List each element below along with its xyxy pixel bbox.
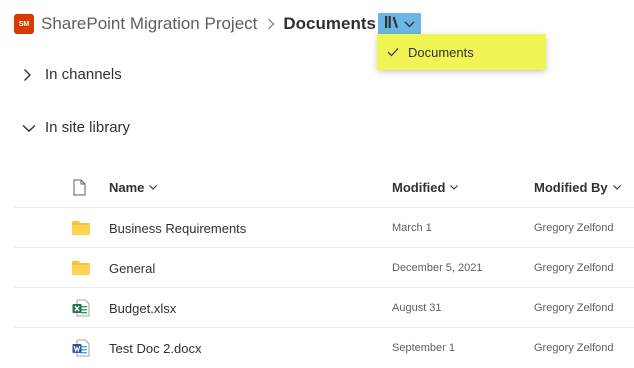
table-row[interactable]: Business Requirements March 1 Gregory Ze… bbox=[14, 207, 634, 247]
file-name-link[interactable]: Budget.xlsx bbox=[109, 301, 176, 316]
table-row[interactable]: General December 5, 2021 Gregory Zelfond bbox=[14, 247, 634, 287]
table-row[interactable]: Test Doc 2.docx September 1 Gregory Zelf… bbox=[14, 327, 634, 367]
modified-by: Gregory Zelfond bbox=[534, 302, 614, 314]
library-switcher-button[interactable] bbox=[378, 13, 421, 35]
library-icon bbox=[384, 15, 400, 34]
chevron-right-icon bbox=[267, 18, 275, 30]
site-name-link[interactable]: SharePoint Migration Project bbox=[41, 14, 257, 34]
file-name-link[interactable]: General bbox=[109, 261, 155, 276]
chevron-down-icon bbox=[404, 15, 415, 33]
site-logo[interactable]: SM bbox=[14, 14, 34, 34]
modified-date: August 31 bbox=[392, 302, 442, 314]
document-icon[interactable] bbox=[73, 168, 86, 206]
chevron-right-icon bbox=[22, 68, 38, 82]
column-header-row: Name Modified Modified By bbox=[0, 168, 634, 206]
breadcrumb: SM SharePoint Migration Project Document… bbox=[14, 12, 376, 36]
group-header-in-channels[interactable]: In channels bbox=[22, 66, 122, 83]
chevron-down-icon bbox=[612, 184, 621, 190]
column-header-name[interactable]: Name bbox=[109, 168, 158, 206]
chevron-down-icon bbox=[149, 184, 158, 190]
group-label: In channels bbox=[45, 66, 122, 83]
current-library-title[interactable]: Documents bbox=[283, 14, 376, 34]
modified-date: September 1 bbox=[392, 342, 455, 354]
table-row[interactable]: Budget.xlsx August 31 Gregory Zelfond bbox=[14, 287, 634, 327]
library-menu-item-documents[interactable]: Documents bbox=[377, 34, 546, 70]
file-name-link[interactable]: Business Requirements bbox=[109, 221, 246, 236]
modified-date: March 1 bbox=[392, 222, 432, 234]
modified-by: Gregory Zelfond bbox=[534, 222, 614, 234]
folder-icon bbox=[72, 248, 90, 288]
excel-icon bbox=[72, 288, 90, 328]
folder-icon bbox=[72, 208, 90, 248]
word-icon bbox=[72, 328, 90, 368]
modified-date: December 5, 2021 bbox=[392, 262, 483, 274]
modified-by: Gregory Zelfond bbox=[534, 262, 614, 274]
column-header-modified[interactable]: Modified bbox=[392, 168, 459, 206]
chevron-down-icon bbox=[22, 123, 38, 133]
modified-by: Gregory Zelfond bbox=[534, 342, 614, 354]
checkmark-icon bbox=[387, 47, 399, 57]
column-header-modified-by[interactable]: Modified By bbox=[534, 168, 621, 206]
group-header-in-site-library[interactable]: In site library bbox=[22, 119, 130, 136]
menu-item-label: Documents bbox=[408, 44, 474, 60]
file-name-link[interactable]: Test Doc 2.docx bbox=[109, 341, 202, 356]
chevron-down-icon bbox=[450, 184, 459, 190]
group-label: In site library bbox=[45, 119, 131, 136]
